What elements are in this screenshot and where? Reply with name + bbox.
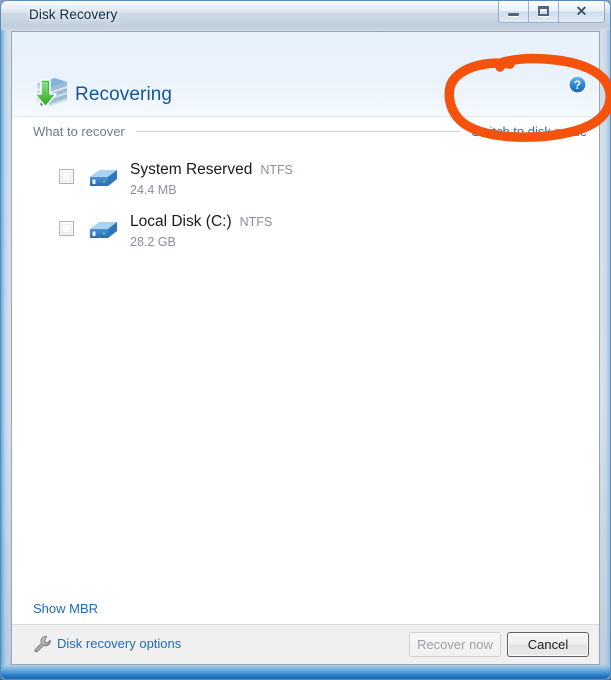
page-title: Recovering — [75, 84, 173, 105]
show-mbr-link[interactable]: Show MBR — [33, 601, 98, 616]
help-icon[interactable]: ? — [568, 75, 587, 94]
desktop-background: Disk Recovery ✕ Recovering ? What to rec… — [0, 0, 611, 680]
cancel-button[interactable]: Cancel — [507, 632, 589, 657]
volume-filesystem: NTFS — [239, 215, 273, 229]
hard-drive-icon — [90, 221, 117, 238]
volume-name: System Reserved — [130, 161, 253, 178]
volume-text: Local Disk (C:) NTFS 28.2 GB — [130, 213, 272, 249]
title-bar[interactable]: Disk Recovery ✕ — [0, 0, 611, 30]
window-controls: ✕ — [498, 1, 605, 23]
volume-size: 28.2 GB — [130, 235, 176, 249]
minimize-icon — [508, 13, 519, 16]
maximize-icon — [538, 6, 549, 16]
volume-list: System Reserved NTFS 24.4 MB Local Disk … — [12, 154, 599, 258]
svg-text:?: ? — [574, 78, 581, 92]
window-title: Disk Recovery — [29, 7, 118, 22]
disk-recovery-window: Disk Recovery ✕ Recovering ? What to rec… — [0, 0, 611, 680]
volume-checkbox[interactable] — [59, 169, 74, 184]
volume-list-item[interactable]: Local Disk (C:) NTFS 28.2 GB — [12, 206, 599, 258]
volume-name: Local Disk (C:) — [130, 213, 232, 230]
maximize-button[interactable] — [529, 1, 559, 22]
volume-name-row: System Reserved NTFS — [130, 161, 293, 179]
minimize-button[interactable] — [499, 1, 529, 22]
switch-to-disk-mode-link[interactable]: Switch to disk mode — [471, 124, 587, 139]
section-label: What to recover — [33, 123, 125, 139]
section-divider — [135, 130, 461, 132]
volume-name-row: Local Disk (C:) NTFS — [130, 213, 272, 231]
volume-text: System Reserved NTFS 24.4 MB — [130, 161, 293, 197]
close-button[interactable]: ✕ — [559, 1, 604, 22]
disk-recovery-options-link[interactable]: Disk recovery options — [57, 636, 181, 651]
volume-checkbox[interactable] — [59, 221, 74, 236]
volume-list-item[interactable]: System Reserved NTFS 24.4 MB — [12, 154, 599, 206]
recover-now-button[interactable]: Recover now — [409, 632, 501, 657]
volume-size: 24.4 MB — [130, 183, 177, 197]
close-icon: ✕ — [575, 3, 588, 19]
window-client-area: Recovering ? What to recover Switch to d… — [11, 31, 600, 665]
footer-bar: Disk recovery options Recover now Cancel — [12, 624, 599, 664]
hard-drive-icon — [90, 169, 117, 186]
wrench-icon — [34, 636, 51, 653]
volume-filesystem: NTFS — [260, 163, 293, 177]
section-header-row: What to recover Switch to disk mode — [12, 122, 599, 140]
disk-recovery-icon — [34, 78, 67, 108]
